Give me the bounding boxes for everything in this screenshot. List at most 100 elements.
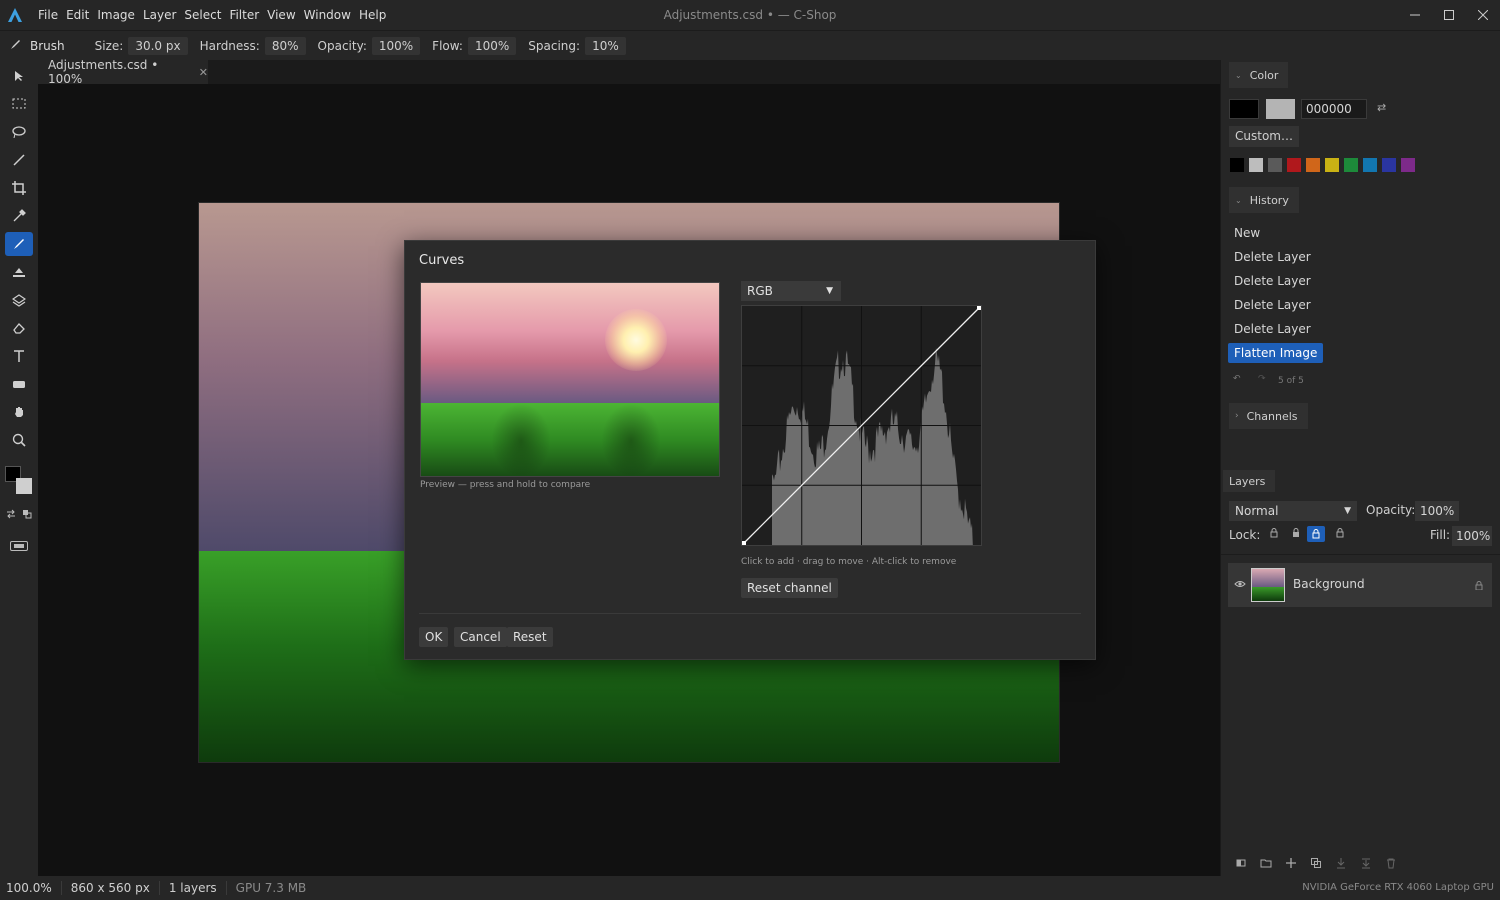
crop-tool-icon[interactable] [5, 176, 33, 200]
swap-icon[interactable]: ⇄ [1377, 101, 1386, 114]
swatch[interactable] [1401, 158, 1415, 172]
history-item[interactable]: Delete Layer [1228, 319, 1317, 339]
lock-transparent-icon[interactable] [1269, 527, 1279, 541]
swatch[interactable] [1382, 158, 1396, 172]
curve-editor[interactable] [741, 305, 982, 550]
swatch[interactable] [1249, 158, 1263, 172]
eye-icon[interactable] [1234, 578, 1246, 592]
cancel-button[interactable]: Cancel [454, 627, 507, 647]
color-panel-header[interactable]: ⌄ Color [1229, 62, 1289, 88]
new-group-icon[interactable] [1260, 857, 1272, 872]
menu-view[interactable]: View [263, 0, 299, 30]
flow-field[interactable]: 100% [467, 36, 517, 55]
layer-opacity-field[interactable]: 100% [1415, 501, 1459, 521]
swatch[interactable] [1363, 158, 1377, 172]
menu-select[interactable]: Select [180, 0, 225, 30]
quick-mask-icon[interactable] [10, 540, 28, 554]
history-item[interactable]: Delete Layer [1228, 247, 1317, 267]
curves-preview[interactable] [420, 282, 720, 477]
duplicate-layer-icon[interactable] [1310, 857, 1322, 872]
swatch[interactable] [1325, 158, 1339, 172]
close-icon[interactable] [1466, 0, 1500, 30]
menu-help[interactable]: Help [355, 0, 390, 30]
lock-position-icon[interactable] [1307, 526, 1325, 542]
fill-field[interactable]: 100% [1452, 526, 1492, 546]
swatch[interactable] [1306, 158, 1320, 172]
spacing-field[interactable]: 10% [585, 36, 626, 55]
menu-filter[interactable]: Filter [225, 0, 263, 30]
background-color-swatch[interactable] [16, 478, 32, 494]
caret-down-icon: ▼ [826, 286, 833, 296]
layer-row[interactable]: Background [1228, 563, 1492, 607]
flatten-icon[interactable] [1360, 857, 1372, 872]
layers-tool-icon[interactable] [5, 288, 33, 312]
menu-file[interactable]: File [34, 0, 62, 30]
minimize-icon[interactable] [1398, 0, 1432, 30]
channels-panel-header[interactable]: › Channels [1229, 403, 1308, 429]
history-item[interactable]: New [1228, 223, 1266, 243]
lock-image-icon[interactable] [1291, 527, 1301, 541]
swatch[interactable] [1268, 158, 1282, 172]
menu-window[interactable]: Window [300, 0, 355, 30]
redo-icon[interactable]: ↷ [1258, 374, 1266, 384]
eraser-tool-icon[interactable] [5, 316, 33, 340]
background-color-chip[interactable] [1266, 99, 1295, 119]
chevron-right-icon: › [1235, 411, 1239, 421]
curve-point-white[interactable] [977, 306, 981, 310]
lock-all-icon[interactable] [1335, 527, 1345, 541]
ok-button[interactable]: OK [419, 627, 449, 647]
layers-panel-header[interactable]: Layers [1223, 470, 1276, 492]
curve-hint: Click to add · drag to move · Alt-click … [741, 557, 957, 567]
eyedropper-tool-icon[interactable] [5, 204, 33, 228]
maximize-icon[interactable] [1432, 0, 1466, 30]
channel-select[interactable]: RGB ▼ [741, 281, 841, 301]
text-tool-icon[interactable] [5, 344, 33, 368]
document-tab-bar [38, 60, 1220, 84]
hand-tool-icon[interactable] [5, 400, 33, 424]
swatch[interactable] [1344, 158, 1358, 172]
new-layer-icon[interactable] [1285, 857, 1297, 872]
curve-point-black[interactable] [742, 541, 746, 545]
magic-wand-tool-icon[interactable] [5, 148, 33, 172]
preview-shadow [601, 403, 661, 476]
opacity-field[interactable]: 100% [371, 36, 421, 55]
reset-button[interactable]: Reset [507, 627, 553, 647]
preview-sun [605, 309, 667, 371]
move-tool-icon[interactable] [5, 64, 33, 88]
layer-lock-icon [1475, 579, 1483, 593]
custom-color-button[interactable]: Custom… [1229, 126, 1299, 147]
lasso-tool-icon[interactable] [5, 120, 33, 144]
tab-close-icon[interactable]: ✕ [199, 66, 208, 79]
foreground-color-chip[interactable] [1229, 99, 1259, 119]
swatch[interactable] [1287, 158, 1301, 172]
menu-layer[interactable]: Layer [139, 0, 180, 30]
document-tab[interactable]: Adjustments.csd • 100% ✕ [38, 58, 208, 86]
blend-mode-select[interactable]: Normal ▼ [1229, 501, 1357, 521]
size-field[interactable]: 30.0 px [128, 36, 188, 55]
hex-input[interactable]: 000000 [1301, 99, 1367, 119]
swap-colors-icon[interactable] [6, 508, 16, 522]
zoom-tool-icon[interactable] [5, 428, 33, 452]
history-item-selected[interactable]: Flatten Image [1228, 343, 1324, 363]
delete-layer-icon[interactable] [1385, 857, 1397, 872]
merge-down-icon[interactable] [1335, 857, 1347, 872]
history-item[interactable]: Delete Layer [1228, 271, 1317, 291]
marquee-tool-icon[interactable] [5, 92, 33, 116]
fill-tool-icon[interactable] [5, 260, 33, 284]
zoom-level[interactable]: 100.0% [6, 881, 52, 895]
menu-edit[interactable]: Edit [62, 0, 93, 30]
shape-tool-icon[interactable] [5, 372, 33, 396]
undo-icon[interactable]: ↶ [1233, 374, 1241, 384]
hardness-field[interactable]: 80% [264, 36, 306, 55]
brush-tool-icon[interactable] [5, 232, 33, 256]
history-item[interactable]: Delete Layer [1228, 295, 1317, 315]
reset-channel-button[interactable]: Reset channel [741, 578, 838, 598]
caret-down-icon: ▼ [1344, 506, 1351, 516]
history-panel-header[interactable]: ⌄ History [1229, 187, 1299, 213]
swatch[interactable] [1230, 158, 1244, 172]
layer-style-icon[interactable] [1235, 857, 1247, 872]
reset-colors-icon[interactable] [22, 508, 32, 522]
menu-image[interactable]: Image [93, 0, 139, 30]
tool-options-bar: Brush Size: 30.0 px Hardness: 80% Opacit… [0, 30, 1500, 60]
curve-graph[interactable] [742, 306, 981, 550]
